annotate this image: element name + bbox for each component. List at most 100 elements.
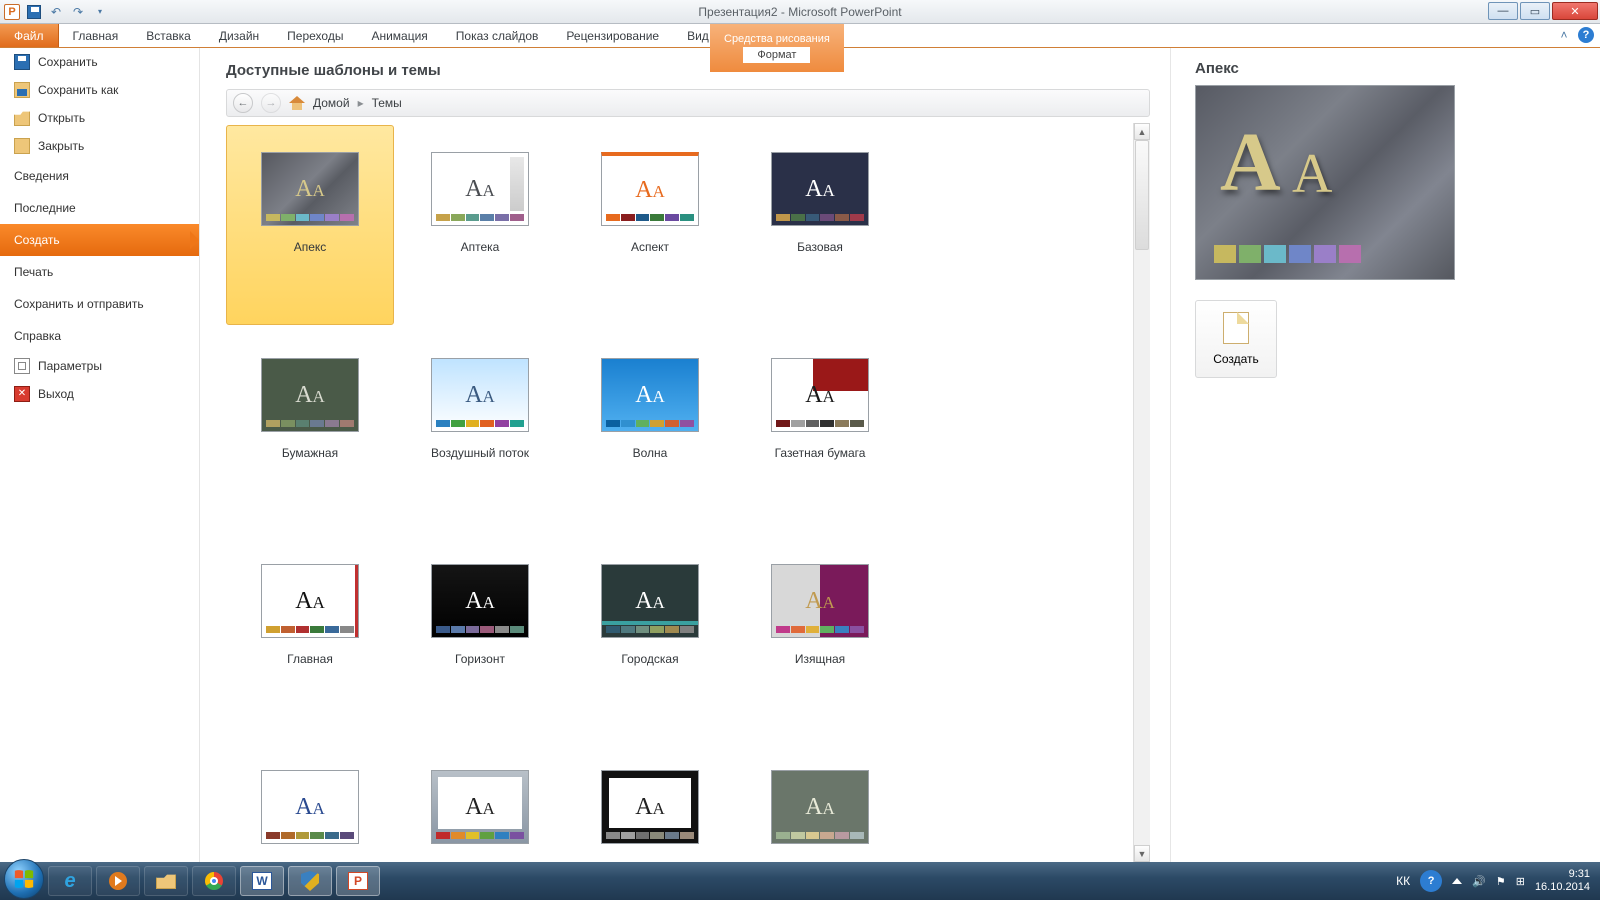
tray-help-icon[interactable]: ? xyxy=(1420,870,1442,892)
theme-item[interactable]: AA xyxy=(566,743,734,862)
theme-item[interactable]: AAБазовая xyxy=(736,125,904,325)
theme-glyph: AA xyxy=(805,176,835,203)
sidebar-save-as[interactable]: Сохранить как xyxy=(0,76,199,104)
theme-item[interactable]: AAБумажная xyxy=(226,331,394,531)
tray-language[interactable]: КК xyxy=(1396,874,1410,888)
window-title: Презентация2 - Microsoft PowerPoint xyxy=(0,5,1600,19)
theme-item[interactable]: AAГородская xyxy=(566,537,734,737)
theme-name: Воздушный поток xyxy=(431,446,529,460)
taskbar-explorer[interactable] xyxy=(144,866,188,896)
theme-thumbnail: AA xyxy=(601,358,699,432)
sidebar-options[interactable]: Параметры xyxy=(0,352,199,380)
theme-thumbnail: AA xyxy=(601,770,699,844)
theme-name: Горизонт xyxy=(455,652,505,666)
theme-item[interactable]: AAАпекс xyxy=(226,125,394,325)
sidebar-recent[interactable]: Последние xyxy=(0,192,199,224)
scroll-down-button[interactable]: ▼ xyxy=(1134,845,1150,862)
preview-pane: Апекс A A Создать xyxy=(1170,48,1600,862)
theme-swatches xyxy=(266,420,354,427)
theme-thumbnail: AA xyxy=(601,564,699,638)
theme-item[interactable]: AAАптека xyxy=(396,125,564,325)
sidebar-share[interactable]: Сохранить и отправить xyxy=(0,288,199,320)
tray-time: 9:31 xyxy=(1535,868,1590,881)
theme-glyph: AA xyxy=(295,176,325,203)
close-button[interactable]: ✕ xyxy=(1552,2,1598,20)
sidebar-save[interactable]: Сохранить xyxy=(0,48,199,76)
sidebar-open[interactable]: Открыть xyxy=(0,104,199,132)
qat-customize-icon[interactable]: ▾ xyxy=(92,4,108,20)
scroll-thumb[interactable] xyxy=(1135,140,1149,250)
taskbar-media[interactable] xyxy=(96,866,140,896)
theme-swatches xyxy=(266,832,354,839)
taskbar-ie[interactable]: e xyxy=(48,866,92,896)
tray-show-hidden-icon[interactable] xyxy=(1452,878,1462,884)
sidebar-info[interactable]: Сведения xyxy=(0,160,199,192)
nav-back-button[interactable]: ← xyxy=(233,93,253,113)
sidebar-new[interactable]: Создать xyxy=(0,224,199,256)
tab-2[interactable]: Дизайн xyxy=(205,24,273,47)
theme-item[interactable]: AAВолна xyxy=(566,331,734,531)
sidebar-help[interactable]: Справка xyxy=(0,320,199,352)
theme-glyph: AA xyxy=(805,382,835,409)
tab-0[interactable]: Главная xyxy=(59,24,133,47)
theme-preview: A A xyxy=(1195,85,1455,280)
theme-thumbnail: AA xyxy=(431,564,529,638)
tray-flag-icon[interactable]: ⚑ xyxy=(1496,875,1506,888)
taskbar-word[interactable]: W xyxy=(240,866,284,896)
gallery-scrollbar[interactable]: ▲ ▼ xyxy=(1133,123,1150,862)
tray-clock[interactable]: 9:31 16.10.2014 xyxy=(1535,868,1590,894)
backstage-view: Сохранить Сохранить как Открыть Закрыть … xyxy=(0,48,1600,862)
theme-glyph: AA xyxy=(295,382,325,409)
tab-5[interactable]: Показ слайдов xyxy=(442,24,553,47)
tab-1[interactable]: Вставка xyxy=(132,24,205,47)
theme-item[interactable]: AA xyxy=(226,743,394,862)
theme-item[interactable]: AA Горизонт xyxy=(396,537,564,737)
help-icon[interactable]: ? xyxy=(1578,27,1594,43)
minimize-button[interactable]: — xyxy=(1488,2,1518,20)
start-button[interactable] xyxy=(4,859,44,899)
tab-6[interactable]: Рецензирование xyxy=(552,24,673,47)
sidebar-print[interactable]: Печать xyxy=(0,256,199,288)
theme-thumbnail: AA xyxy=(261,152,359,226)
theme-thumbnail: AA xyxy=(601,152,699,226)
home-icon[interactable] xyxy=(289,96,305,110)
ribbon-tabs: Файл ГлавнаяВставкаДизайнПереходыАнимаци… xyxy=(0,24,1600,48)
theme-glyph: AA xyxy=(465,588,495,615)
sidebar-exit[interactable]: Выход xyxy=(0,380,199,408)
theme-glyph: AA xyxy=(295,588,325,615)
sidebar-close[interactable]: Закрыть xyxy=(0,132,199,160)
maximize-button[interactable]: ▭ xyxy=(1520,2,1550,20)
taskbar-powerpoint[interactable]: P xyxy=(336,866,380,896)
theme-thumbnail: AA xyxy=(771,358,869,432)
taskbar-shield[interactable] xyxy=(288,866,332,896)
nav-forward-button[interactable]: → xyxy=(261,93,281,113)
qat-redo-icon[interactable]: ↷ xyxy=(70,4,86,20)
backstage-sidebar: Сохранить Сохранить как Открыть Закрыть … xyxy=(0,48,200,862)
scroll-up-button[interactable]: ▲ xyxy=(1134,123,1150,140)
tray-network-icon[interactable]: ⊞ xyxy=(1516,875,1525,888)
theme-item[interactable]: AAГлавная xyxy=(226,537,394,737)
tray-volume-icon[interactable]: 🔊 xyxy=(1472,875,1486,888)
taskbar-chrome[interactable] xyxy=(192,866,236,896)
crumb-home[interactable]: Домой xyxy=(313,96,350,110)
qat-save-icon[interactable] xyxy=(26,4,42,20)
scroll-track[interactable] xyxy=(1134,140,1150,845)
ribbon-minimize-icon[interactable]: ˄ xyxy=(1556,27,1572,43)
tab-4[interactable]: Анимация xyxy=(357,24,441,47)
tab-format[interactable]: Формат xyxy=(743,47,810,63)
theme-swatches xyxy=(776,214,864,221)
theme-item[interactable]: AA xyxy=(396,743,564,862)
theme-swatches xyxy=(606,420,694,427)
theme-thumbnail: AA xyxy=(261,770,359,844)
create-button[interactable]: Создать xyxy=(1195,300,1277,378)
crumb-themes[interactable]: Темы xyxy=(372,96,402,110)
theme-item[interactable]: AAАспект xyxy=(566,125,734,325)
qat-undo-icon[interactable]: ↶ xyxy=(48,4,64,20)
theme-item[interactable]: AAВоздушный поток xyxy=(396,331,564,531)
tab-3[interactable]: Переходы xyxy=(273,24,357,47)
theme-item[interactable]: AA xyxy=(736,743,904,862)
theme-glyph: AA xyxy=(805,794,835,821)
theme-item[interactable]: AAГазетная бумага xyxy=(736,331,904,531)
theme-item[interactable]: AAИзящная xyxy=(736,537,904,737)
tab-file[interactable]: Файл xyxy=(0,24,59,47)
